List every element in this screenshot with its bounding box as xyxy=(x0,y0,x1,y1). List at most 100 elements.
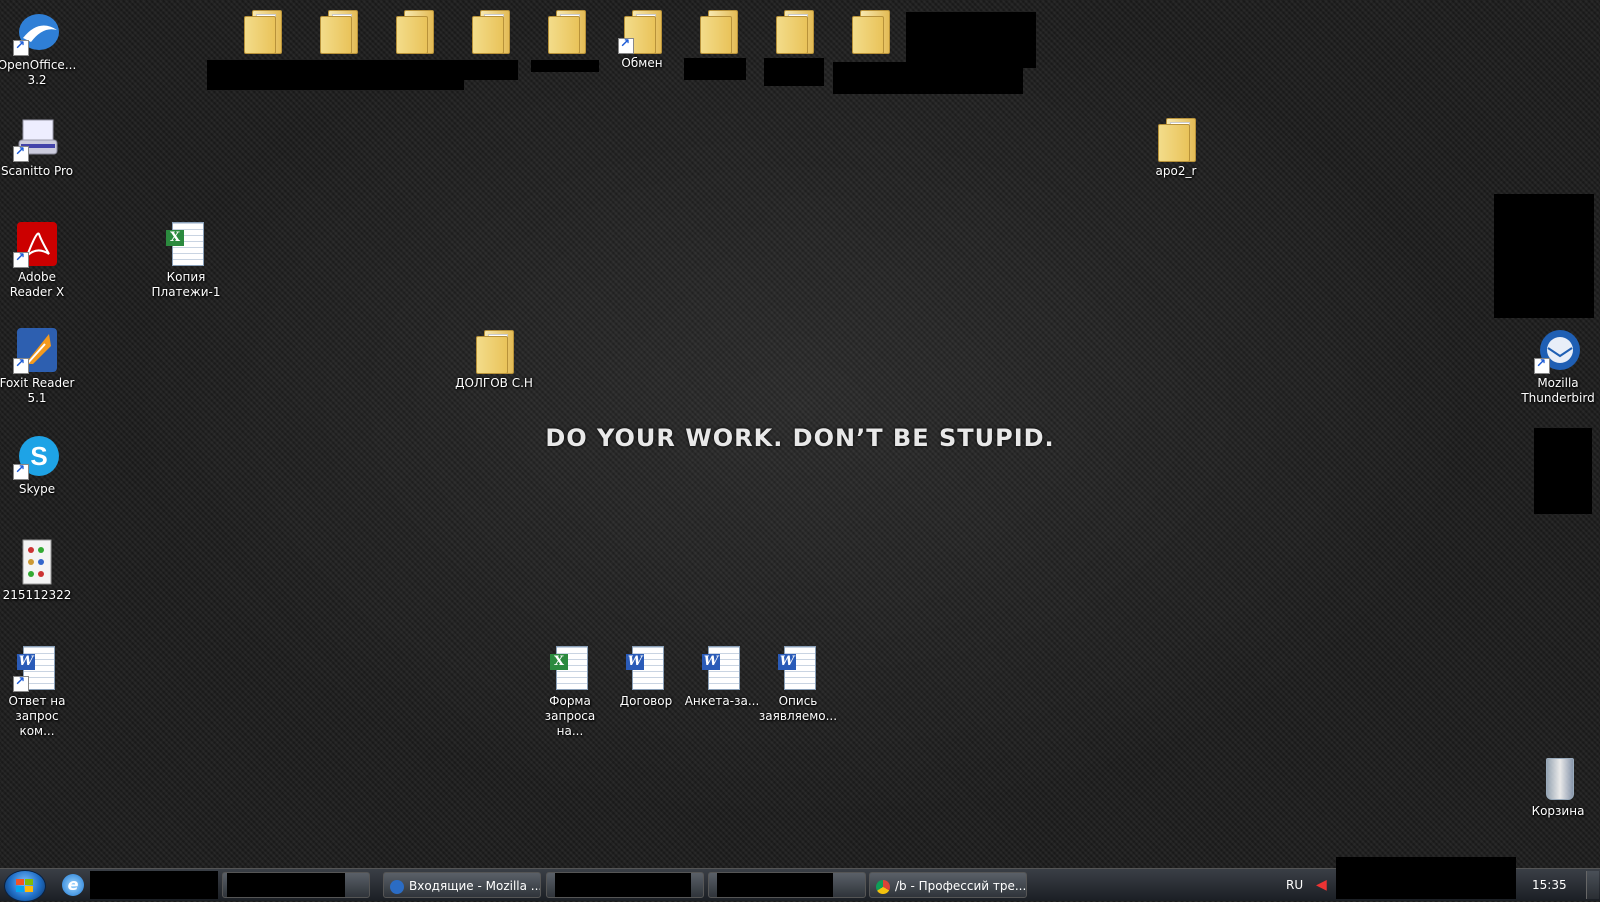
word-document-icon: W xyxy=(698,644,746,692)
icon-label: Корзина xyxy=(1531,804,1585,818)
volume-icon[interactable]: ◀ xyxy=(1316,869,1327,901)
folder-icon xyxy=(694,6,742,54)
icon-label: Договор xyxy=(619,694,673,708)
icon-label: Skype xyxy=(18,482,56,496)
icon-label: Анкета-за... xyxy=(684,694,760,708)
shortcut-arrow-icon xyxy=(13,674,29,692)
redacted-block xyxy=(1494,194,1594,318)
icon-label: OpenOffice... 3.2 xyxy=(0,58,77,87)
folder-icon xyxy=(1152,114,1200,162)
taskbar-button-redacted[interactable] xyxy=(708,872,866,898)
folder-icon xyxy=(542,6,590,54)
desktop: OpenOffice... 3.2 Scanitto Pro Adobe Rea… xyxy=(0,0,1600,868)
show-desktop-button[interactable] xyxy=(1586,871,1599,899)
forma-excel-file[interactable]: X Форма запроса на... xyxy=(530,644,610,739)
folder-icon xyxy=(238,6,286,54)
icon-label: 215112322 xyxy=(2,588,72,602)
image-thumbnail-icon xyxy=(13,538,61,586)
opis-word-document[interactable]: W Опись заявляемо... xyxy=(758,644,838,724)
recycle-bin[interactable]: Корзина xyxy=(1518,754,1598,819)
icon-label: Опись заявляемо... xyxy=(758,694,838,723)
obmen-folder-shortcut[interactable]: Обмен xyxy=(602,6,682,71)
icon-label: Копия Платежи-1 xyxy=(151,270,221,299)
language-indicator[interactable]: RU xyxy=(1286,869,1303,901)
openoffice-icon xyxy=(13,8,61,56)
excel-document-icon: X xyxy=(546,644,594,692)
icon-label: Adobe Reader X xyxy=(9,270,65,299)
icon-label: Форма запроса на... xyxy=(544,694,596,738)
folder-icon xyxy=(770,6,818,54)
shortcut-arrow-icon xyxy=(13,462,29,480)
clock[interactable]: 15:35 xyxy=(1532,869,1567,901)
redacted-block xyxy=(531,60,599,72)
redacted-block xyxy=(764,58,824,86)
taskbar-button-redacted[interactable] xyxy=(222,872,370,898)
svg-text:S: S xyxy=(30,441,47,471)
scanner-icon xyxy=(13,114,61,162)
folder-icon xyxy=(314,6,362,54)
dogovor-word-document[interactable]: W Договор xyxy=(606,644,686,709)
taskbar-button-redacted[interactable] xyxy=(546,872,704,898)
skype-shortcut[interactable]: S Skype xyxy=(0,432,77,497)
redacted-block xyxy=(906,12,1036,68)
shortcut-arrow-icon xyxy=(618,36,634,54)
adobe-reader-shortcut[interactable]: Adobe Reader X xyxy=(0,220,77,300)
foxit-reader-shortcut[interactable]: Foxit Reader 5.1 xyxy=(0,326,77,406)
scanitto-shortcut[interactable]: Scanitto Pro xyxy=(0,114,77,179)
kopiya-excel-file[interactable]: X Копия Платежи-1 xyxy=(146,220,226,300)
taskbar-button-label: /b - Профессий тре... xyxy=(895,879,1027,893)
word-document-icon: W xyxy=(622,644,670,692)
folder-top-4[interactable] xyxy=(450,6,530,54)
taskbar-button-label: Входящие - Mozilla ... xyxy=(409,879,541,893)
skype-icon: S xyxy=(13,432,61,480)
icon-label: apo2_r xyxy=(1155,164,1197,178)
image-file-215112322[interactable]: 215112322 xyxy=(0,538,77,603)
excel-document-icon: X xyxy=(162,220,210,268)
adobe-reader-icon xyxy=(13,220,61,268)
icon-label: Обмен xyxy=(621,56,663,70)
taskbar-button-chrome[interactable]: /b - Профессий тре... xyxy=(869,872,1027,898)
thunderbird-icon xyxy=(390,879,404,894)
redacted-block xyxy=(684,58,746,80)
folder-icon xyxy=(466,6,514,54)
apo2-folder[interactable]: apo2_r xyxy=(1136,114,1216,179)
start-button[interactable] xyxy=(4,870,46,902)
icon-label: Foxit Reader 5.1 xyxy=(0,376,75,405)
thunderbird-icon xyxy=(1534,326,1582,374)
folder-icon xyxy=(846,6,894,54)
redacted-block xyxy=(440,60,518,80)
icon-label: Mozilla Thunderbird xyxy=(1521,376,1595,405)
foxit-reader-icon xyxy=(13,326,61,374)
internet-explorer-icon[interactable]: e xyxy=(62,874,84,896)
folder-top-1[interactable] xyxy=(222,6,302,54)
anketa-word-document[interactable]: W Анкета-за... xyxy=(682,644,762,709)
taskbar: e Входящие - Mozilla ... /b - Профессий … xyxy=(0,857,1600,902)
folder-icon xyxy=(618,6,666,54)
taskbar-button-thunderbird[interactable]: Входящие - Mozilla ... xyxy=(383,872,541,898)
icon-label: ДОЛГОВ С.Н xyxy=(455,376,533,390)
folder-top-5[interactable] xyxy=(526,6,606,54)
redacted-block xyxy=(1336,857,1516,899)
openoffice-shortcut[interactable]: OpenOffice... 3.2 xyxy=(0,8,77,88)
windows-logo-icon xyxy=(16,879,34,893)
shortcut-arrow-icon xyxy=(13,144,29,162)
folder-top-9[interactable] xyxy=(830,6,910,54)
folder-top-8[interactable] xyxy=(754,6,834,54)
folder-top-7[interactable] xyxy=(678,6,758,54)
folder-icon xyxy=(390,6,438,54)
shortcut-arrow-icon xyxy=(13,250,29,268)
word-document-icon: W xyxy=(13,644,61,692)
redacted-block xyxy=(207,60,464,90)
folder-top-2[interactable] xyxy=(298,6,378,54)
thunderbird-shortcut[interactable]: Mozilla Thunderbird xyxy=(1518,326,1598,406)
shortcut-arrow-icon xyxy=(1534,356,1550,374)
otvet-word-document[interactable]: W Ответ на запрос ком... xyxy=(0,644,77,739)
folder-icon xyxy=(470,326,518,374)
chrome-icon xyxy=(876,879,890,894)
shortcut-arrow-icon xyxy=(13,38,29,56)
dolgov-folder[interactable]: ДОЛГОВ С.Н xyxy=(454,326,534,391)
word-document-icon: W xyxy=(774,644,822,692)
redacted-block xyxy=(90,871,218,899)
folder-top-3[interactable] xyxy=(374,6,454,54)
wallpaper-motto: DO YOUR WORK. DON’T BE STUPID. xyxy=(545,424,1055,452)
